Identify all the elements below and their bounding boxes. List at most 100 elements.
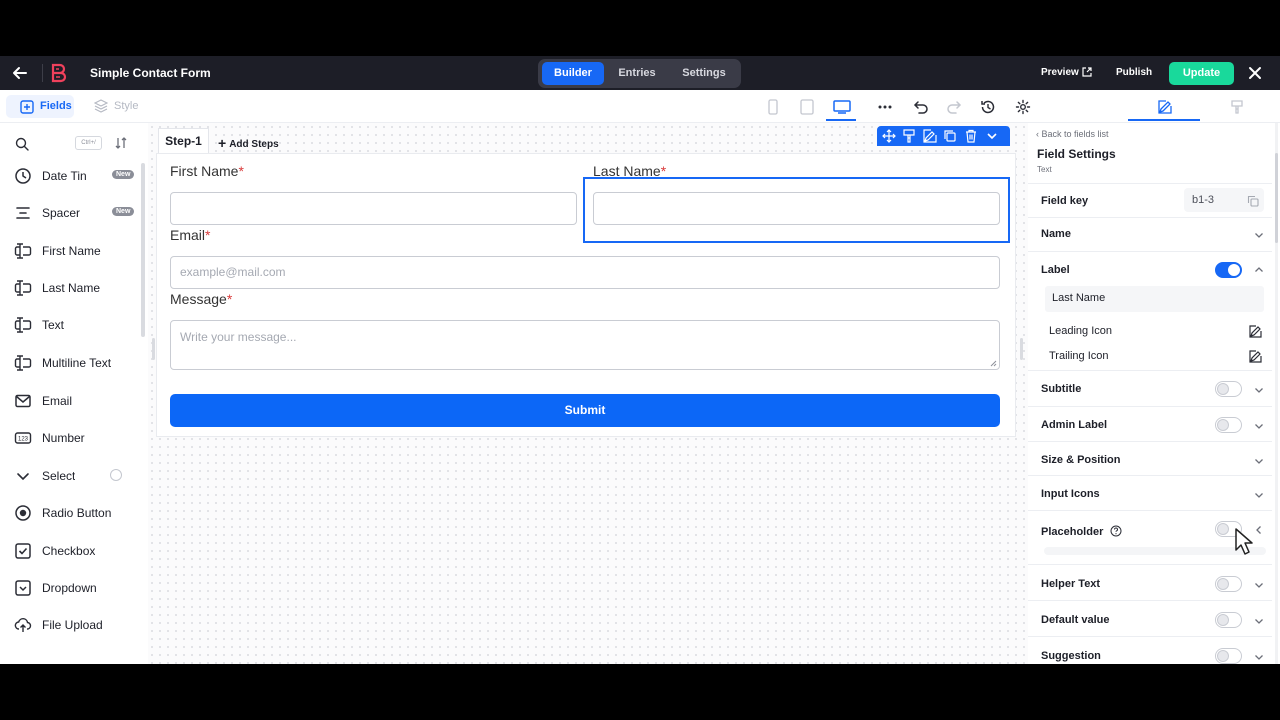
- duplicate-icon[interactable]: [943, 129, 957, 143]
- field-item-file-upload[interactable]: File Upload: [14, 615, 134, 635]
- chevron-down-icon[interactable]: [1253, 420, 1265, 432]
- field-item-select[interactable]: Select: [14, 466, 134, 486]
- edit-icon[interactable]: [923, 129, 937, 143]
- step-tab[interactable]: Step-1: [158, 128, 209, 153]
- field-key-row: Field key b1-3: [1028, 183, 1272, 217]
- chevron-down-icon[interactable]: [1253, 455, 1265, 467]
- preview-button[interactable]: Preview: [1041, 67, 1079, 78]
- desktop-view-icon[interactable]: [833, 99, 851, 115]
- back-to-fields-link[interactable]: ‹ Back to fields list: [1036, 129, 1109, 139]
- field-item-date-time[interactable]: Date Tin New: [14, 166, 135, 186]
- redo-icon[interactable]: [946, 99, 962, 115]
- move-icon[interactable]: [882, 129, 896, 143]
- field-item-radio-button[interactable]: Radio Button: [14, 503, 134, 523]
- chevron-down-icon[interactable]: [1253, 384, 1265, 396]
- chevron-down-icon[interactable]: [1253, 651, 1265, 663]
- tab-entries[interactable]: Entries: [608, 62, 666, 85]
- mobile-view-icon[interactable]: [765, 99, 781, 115]
- edit-icon[interactable]: [1249, 325, 1262, 338]
- field-item-label: Select: [42, 469, 76, 483]
- tab-builder[interactable]: Builder: [542, 62, 604, 85]
- label-row: Label Last Name Leading Icon Trailing Ic…: [1028, 251, 1272, 370]
- tab-settings[interactable]: Settings: [672, 62, 736, 85]
- admin-label-setting-label: Admin Label: [1041, 419, 1108, 431]
- label-setting-label: Label: [1041, 264, 1070, 276]
- field-item-dropdown[interactable]: Dropdown: [14, 578, 134, 598]
- field-item-first-name[interactable]: First Name: [14, 241, 134, 261]
- field-item-label: Spacer: [42, 206, 81, 220]
- form-canvas: Step-1 + Add Steps First Name* Last Name*…: [148, 123, 1028, 664]
- style-tab-label: Style: [114, 100, 139, 112]
- more-options-icon[interactable]: [877, 99, 893, 115]
- resize-handle-left[interactable]: [152, 338, 155, 360]
- field-item-text[interactable]: Text: [14, 315, 134, 335]
- field-settings-panel: ‹ Back to fields list Field Settings Tex…: [1028, 123, 1280, 664]
- message-textarea[interactable]: Write your message...: [170, 320, 1000, 370]
- update-button[interactable]: Update: [1169, 62, 1234, 85]
- fields-sidebar: Ctrl+/ Date Tin New Spacer New First Nam…: [0, 123, 148, 664]
- default-value-toggle[interactable]: [1215, 612, 1242, 628]
- resize-handle-right[interactable]: [1020, 338, 1023, 360]
- sort-icon[interactable]: [114, 136, 128, 150]
- gear-icon[interactable]: [1015, 99, 1031, 115]
- help-icon[interactable]: [110, 469, 122, 481]
- undo-icon[interactable]: [913, 99, 929, 115]
- field-item-spacer[interactable]: Spacer New: [14, 203, 135, 223]
- close-icon[interactable]: [1247, 65, 1263, 81]
- chevron-down-icon[interactable]: [1253, 229, 1265, 241]
- submit-button[interactable]: Submit: [170, 394, 1000, 427]
- chevron-down-icon[interactable]: [1253, 489, 1265, 501]
- tablet-view-icon[interactable]: [799, 99, 815, 115]
- edit-icon[interactable]: [1249, 350, 1262, 363]
- email-label[interactable]: Email*: [170, 227, 210, 243]
- name-row[interactable]: Name: [1028, 217, 1272, 251]
- toggle-knob: [1217, 523, 1229, 535]
- scrollbar-thumb[interactable]: [1275, 153, 1278, 243]
- field-item-multiline-text[interactable]: Multiline Text: [14, 353, 134, 373]
- input-icons-row[interactable]: Input Icons: [1028, 475, 1272, 510]
- label-text-input[interactable]: Last Name: [1045, 286, 1264, 312]
- last-name-input[interactable]: [593, 192, 1000, 225]
- field-item-last-name[interactable]: Last Name: [14, 278, 134, 298]
- add-steps-button[interactable]: + Add Steps: [218, 134, 279, 151]
- suggestion-row: Suggestion: [1028, 636, 1272, 664]
- first-name-label[interactable]: First Name*: [170, 163, 244, 179]
- label-toggle[interactable]: [1215, 262, 1242, 278]
- size-position-label: Size & Position: [1041, 454, 1121, 466]
- style-brush-icon[interactable]: [902, 129, 916, 143]
- last-name-label[interactable]: Last Name*: [593, 163, 666, 179]
- chevron-down-icon[interactable]: [1253, 615, 1265, 627]
- fields-tab[interactable]: Fields: [6, 95, 74, 118]
- sidebar-scrollbar[interactable]: [141, 163, 145, 337]
- subtitle-toggle[interactable]: [1215, 381, 1242, 397]
- search-icon[interactable]: [15, 137, 29, 151]
- settings-scrollbar[interactable]: [1275, 123, 1278, 664]
- edit-settings-icon[interactable]: [1157, 99, 1173, 115]
- copy-icon[interactable]: [1247, 195, 1259, 207]
- field-item-checkbox[interactable]: Checkbox: [14, 541, 134, 561]
- field-item-number[interactable]: 123 Number: [14, 428, 134, 448]
- mode-tabs: Builder Entries Settings: [538, 59, 741, 88]
- publish-button[interactable]: Publish: [1116, 67, 1152, 78]
- helper-text-toggle[interactable]: [1215, 576, 1242, 592]
- message-label[interactable]: Message*: [170, 291, 232, 307]
- first-name-input[interactable]: [170, 192, 577, 225]
- admin-label-toggle[interactable]: [1215, 417, 1242, 433]
- resize-grip-icon[interactable]: [990, 360, 997, 367]
- default-value-row: Default value: [1028, 600, 1272, 636]
- help-icon[interactable]: [1110, 525, 1122, 537]
- suggestion-toggle[interactable]: [1215, 648, 1242, 664]
- chevron-down-icon[interactable]: [1253, 579, 1265, 591]
- style-brush-icon[interactable]: [1229, 99, 1245, 115]
- field-item-email[interactable]: Email: [14, 391, 134, 411]
- chevron-down-icon[interactable]: [985, 129, 999, 143]
- size-position-row[interactable]: Size & Position: [1028, 441, 1272, 475]
- field-item-label: Number: [42, 431, 85, 445]
- chevron-up-icon[interactable]: [1253, 264, 1265, 276]
- field-item-label: Text: [42, 318, 65, 332]
- email-input[interactable]: example@mail.com: [170, 256, 1000, 289]
- text-field-icon: [14, 243, 32, 259]
- trash-icon[interactable]: [964, 129, 978, 143]
- history-icon[interactable]: [980, 99, 996, 115]
- back-arrow-icon[interactable]: [10, 63, 30, 83]
